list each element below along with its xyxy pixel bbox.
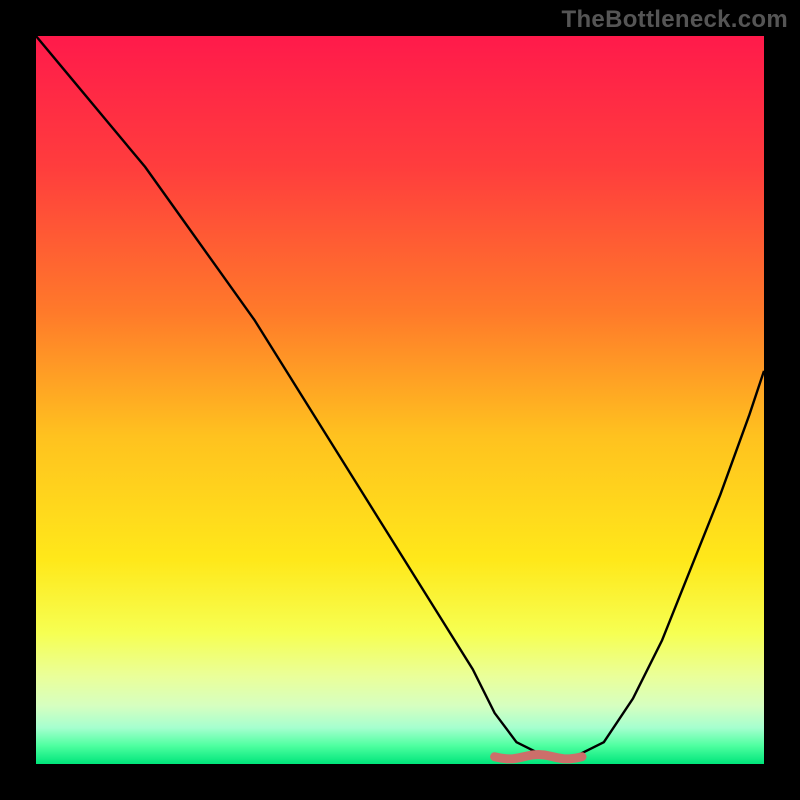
optimal-range-marker xyxy=(495,755,582,759)
watermark-text: TheBottleneck.com xyxy=(562,6,788,34)
chart-frame: TheBottleneck.com xyxy=(0,0,800,800)
chart-plot-area xyxy=(36,36,764,764)
chart-svg xyxy=(36,36,764,764)
